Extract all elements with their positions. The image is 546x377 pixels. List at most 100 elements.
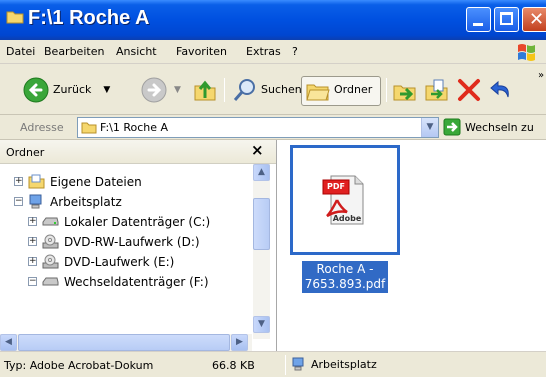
file-name-line2: 7653.893.pdf: [304, 277, 386, 291]
expand-icon[interactable]: +: [14, 177, 23, 186]
back-dropdown-icon[interactable]: ▼: [103, 85, 110, 95]
tree-item-label: DVD-Laufwerk (E:): [64, 254, 175, 269]
folder-pane: Ordner × + Eigene Dateien − Arbeitsplatz…: [0, 140, 277, 351]
my-documents-icon: [28, 174, 45, 189]
menu-bar: Datei Bearbeiten Ansicht Favoriten Extra…: [0, 40, 546, 64]
move-to-icon: [393, 85, 416, 100]
tree-item-arbeitsplatz[interactable]: − Arbeitsplatz: [14, 192, 122, 211]
vertical-scrollbar[interactable]: ▲ ▼: [253, 164, 270, 339]
menu-extras[interactable]: Extras: [246, 45, 281, 58]
address-value: F:\1 Roche A: [100, 121, 169, 134]
menu-ansicht[interactable]: Ansicht: [116, 45, 157, 58]
move-to-button[interactable]: [392, 64, 418, 115]
scroll-right-icon[interactable]: ▶: [231, 334, 248, 351]
copy-to-button[interactable]: [424, 64, 450, 115]
collapse-icon[interactable]: −: [28, 277, 37, 286]
up-folder-button[interactable]: [192, 64, 218, 115]
forward-dropdown-icon[interactable]: ▼: [174, 85, 181, 95]
maximize-icon: [500, 12, 513, 25]
menu-datei[interactable]: Datei: [6, 45, 35, 58]
status-divider: [285, 355, 286, 375]
back-label: Zurück: [53, 83, 92, 96]
scroll-down-icon[interactable]: ▼: [253, 316, 270, 333]
expand-icon[interactable]: +: [28, 257, 37, 266]
status-bar: Typ: Adobe Acrobat-Dokum 66.8 KB Arbeits…: [0, 351, 546, 377]
maximize-button[interactable]: [494, 7, 519, 32]
hard-drive-icon: [42, 217, 59, 226]
toolbar-separator: [386, 78, 387, 102]
folder-pane-header: Ordner ×: [0, 140, 276, 164]
tree-item-drive-e[interactable]: + DVD-Laufwerk (E:): [28, 252, 174, 271]
folder-open-icon: [81, 122, 97, 134]
delete-button[interactable]: [456, 64, 482, 115]
forward-button[interactable]: ▼: [140, 64, 181, 115]
tree-item-drive-d[interactable]: + DVD-RW-Laufwerk (D:): [28, 232, 200, 251]
folders-icon: [306, 84, 330, 100]
scroll-left-icon[interactable]: ◀: [0, 334, 17, 351]
expand-icon[interactable]: +: [28, 217, 37, 226]
close-button[interactable]: ✕: [522, 7, 546, 32]
adobe-label: Adobe: [332, 214, 362, 223]
menu-favoriten[interactable]: Favoriten: [176, 45, 227, 58]
status-size: 66.8 KB: [212, 359, 255, 372]
my-computer-icon: [292, 357, 304, 371]
pdf-file-icon: [322, 175, 364, 225]
scroll-thumb[interactable]: [253, 198, 270, 250]
back-button[interactable]: Zurück ▼: [22, 64, 110, 115]
menu-help[interactable]: ?: [292, 45, 298, 58]
file-name-line1: Roche A -: [316, 262, 374, 276]
window-title: F:\1 Roche A: [28, 7, 150, 29]
status-type: Typ: Adobe Acrobat-Dokum: [4, 359, 154, 372]
title-bar[interactable]: F:\1 Roche A ✕: [0, 0, 546, 40]
dvd-drive-icon: [42, 234, 59, 249]
expand-icon[interactable]: +: [28, 237, 37, 246]
address-bar: Adresse F:\1 Roche A ▼ Wechseln zu: [0, 115, 546, 140]
tree-item-label: DVD-RW-Laufwerk (D:): [64, 234, 200, 249]
go-label: Wechseln zu: [465, 120, 534, 134]
scroll-thumb[interactable]: [18, 334, 230, 351]
back-arrow-icon: [23, 77, 49, 102]
folder-icon: [6, 11, 24, 24]
copy-to-icon: [425, 79, 448, 100]
up-folder-icon: [194, 80, 216, 100]
tree-item-drive-c[interactable]: + Lokaler Datenträger (C:): [28, 212, 210, 231]
search-button[interactable]: Suchen: [232, 64, 302, 115]
horizontal-scrollbar[interactable]: ◀ ▶: [0, 334, 252, 351]
search-icon: [233, 78, 255, 101]
folders-button[interactable]: Ordner: [305, 64, 372, 115]
forward-arrow-icon: [141, 77, 167, 102]
toolbar-separator: [224, 78, 225, 102]
file-name-label[interactable]: Roche A - 7653.893.pdf: [302, 261, 388, 293]
status-location-label: Arbeitsplatz: [311, 357, 377, 371]
file-thumbnail[interactable]: PDF Adobe: [290, 145, 400, 255]
removable-drive-icon: [42, 277, 59, 286]
tree-item-label: Eigene Dateien: [50, 174, 142, 189]
tree-item-eigene-dateien[interactable]: + Eigene Dateien: [14, 172, 142, 191]
address-dropdown-icon[interactable]: ▼: [421, 118, 438, 137]
close-icon: ✕: [529, 9, 545, 30]
collapse-icon[interactable]: −: [14, 197, 23, 206]
address-label: Adresse: [20, 121, 64, 134]
toolbar-overflow-icon[interactable]: »: [538, 70, 544, 81]
folders-label: Ordner: [334, 83, 373, 96]
tree-item-label: Wechseldatenträger (F:): [64, 274, 209, 289]
menu-bearbeiten[interactable]: Bearbeiten: [44, 45, 104, 58]
my-computer-icon: [29, 194, 42, 209]
minimize-icon: [473, 23, 483, 26]
tree-item-label: Arbeitsplatz: [50, 194, 122, 209]
go-arrow-icon: [443, 118, 461, 136]
pdf-badge: PDF: [327, 182, 345, 191]
tree-item-drive-f[interactable]: − Wechseldatenträger (F:): [28, 272, 209, 291]
folder-pane-title: Ordner: [6, 146, 45, 159]
file-view: PDF Adobe Roche A - 7653.893.pdf: [278, 140, 546, 351]
scroll-up-icon[interactable]: ▲: [253, 164, 270, 181]
go-button[interactable]: Wechseln zu: [443, 118, 534, 136]
address-input[interactable]: F:\1 Roche A ▼: [77, 117, 439, 138]
minimize-button[interactable]: [466, 7, 491, 32]
undo-icon: [490, 80, 509, 97]
status-location: Arbeitsplatz: [292, 357, 377, 371]
tree-item-label: Lokaler Datenträger (C:): [64, 214, 211, 229]
toolbar: Zurück ▼ ▼ Suchen Ordner »: [0, 64, 546, 115]
folder-pane-close-icon[interactable]: ×: [251, 141, 264, 159]
undo-button[interactable]: [488, 64, 514, 115]
